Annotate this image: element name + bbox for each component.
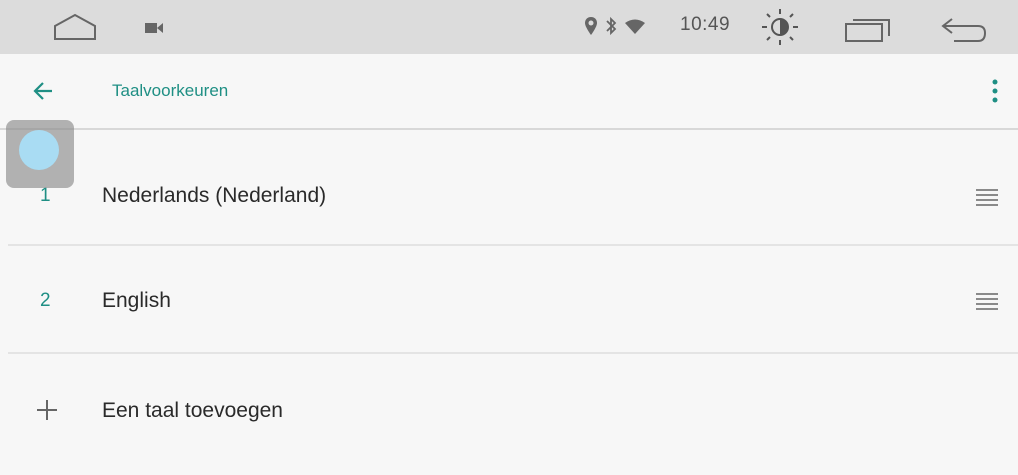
app-bar: Taalvoorkeuren xyxy=(0,54,1018,130)
recent-apps-icon[interactable] xyxy=(845,17,891,43)
overflow-menu-button[interactable] xyxy=(980,73,1010,109)
brightness-icon[interactable] xyxy=(760,8,800,46)
language-item[interactable]: 2 English xyxy=(0,246,1018,352)
system-status-bar: 10:49 xyxy=(0,0,1018,54)
drag-handle-icon[interactable] xyxy=(974,291,1000,313)
arrow-left-icon xyxy=(33,82,52,100)
language-item[interactable]: 1 Nederlands (Nederland) xyxy=(0,130,1018,244)
language-preferences-screen: 10:49 Taalvoorkeuren 1 Nederlands (Neder… xyxy=(0,0,1018,475)
bluetooth-icon xyxy=(604,16,618,36)
add-language-item[interactable]: Een taal toevoegen xyxy=(0,354,1018,475)
touch-point xyxy=(19,130,59,170)
plus-icon xyxy=(34,397,60,423)
language-rank: 1 xyxy=(40,185,51,206)
wifi-icon xyxy=(624,19,646,35)
touch-indicator xyxy=(6,120,74,188)
back-nav-icon[interactable] xyxy=(938,16,988,44)
page-title: Taalvoorkeuren xyxy=(112,81,229,100)
more-vert-icon xyxy=(992,79,998,103)
video-camera-icon xyxy=(145,22,163,34)
home-icon[interactable] xyxy=(52,12,98,42)
status-time: 10:49 xyxy=(680,14,731,35)
language-rank: 2 xyxy=(40,290,51,311)
drag-handle-icon[interactable] xyxy=(974,187,1000,209)
location-icon xyxy=(584,16,598,36)
language-label: Nederlands (Nederland) xyxy=(102,184,327,207)
add-language-label: Een taal toevoegen xyxy=(102,399,283,422)
back-button[interactable] xyxy=(24,74,64,108)
language-label: English xyxy=(102,289,171,312)
